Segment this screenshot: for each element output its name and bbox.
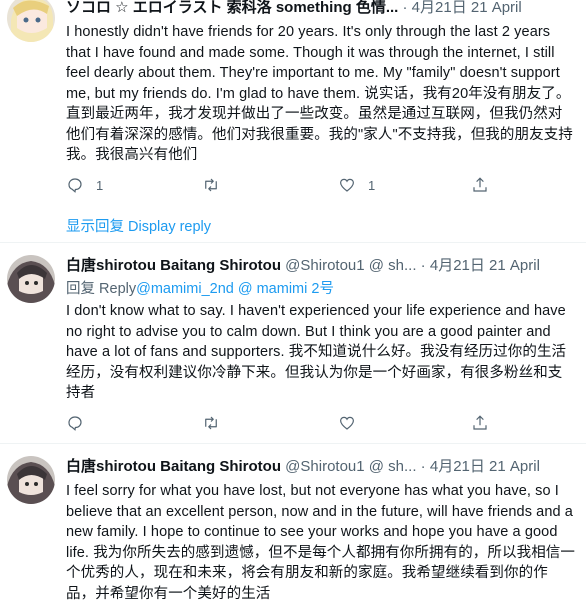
share-icon	[473, 415, 487, 430]
reply-button[interactable]: 1	[66, 175, 103, 195]
tweet-header: 白唐shirotou Baitang Shirotou @Shirotou1 @…	[66, 256, 540, 276]
handle-and-timestamp[interactable]: @Shirotou1 @ sh... · 4月21日 21 April	[285, 458, 540, 475]
share-button[interactable]	[471, 413, 489, 433]
action-bar: 1 1	[66, 175, 489, 195]
share-button[interactable]	[471, 175, 489, 195]
like-button[interactable]	[338, 413, 356, 433]
retweet-button[interactable]	[202, 175, 232, 195]
tweet-text: I don't know what to say. I haven't expe…	[66, 303, 567, 401]
author-name[interactable]: 白唐shirotou Baitang Shirotou	[66, 257, 281, 274]
tweet-1: ソコロ ☆ エロイラスト 索科洛 something 色情... · 4月21日…	[0, 0, 586, 238]
handle-and-timestamp[interactable]: @Shirotou1 @ sh... · 4月21日 21 April	[285, 257, 540, 274]
tweet-3: 白唐shirotou Baitang Shirotou @Shirotou1 @…	[0, 444, 586, 604]
reply-count: 1	[96, 177, 104, 193]
like-icon	[340, 178, 354, 192]
reply-prefix: 回复 Reply	[66, 281, 137, 297]
reply-icon	[68, 178, 82, 193]
replying-to: 回复 Reply@mamimi_2nd @ mamimi 2号	[66, 279, 334, 299]
timestamp[interactable]: · 4月21日 21 April	[403, 0, 522, 16]
avatar[interactable]	[7, 456, 55, 504]
reply-button[interactable]	[66, 413, 84, 433]
author-name[interactable]: 白唐shirotou Baitang Shirotou	[66, 458, 281, 475]
display-reply-link[interactable]: 显示回复 Display reply	[66, 215, 211, 236]
like-count: 1	[368, 177, 376, 193]
reply-icon	[68, 416, 82, 431]
retweet-button[interactable]	[202, 413, 220, 433]
like-icon	[340, 416, 354, 430]
avatar[interactable]	[7, 255, 55, 303]
retweet-icon	[205, 416, 217, 430]
author-name[interactable]: ソコロ ☆ エロイラスト 索科洛 something 色情...	[66, 0, 398, 16]
action-bar	[66, 413, 489, 433]
tweet-header: ソコロ ☆ エロイラスト 索科洛 something 色情... · 4月21日…	[66, 0, 522, 18]
tweet-2: 白唐shirotou Baitang Shirotou @Shirotou1 @…	[0, 243, 586, 443]
like-button[interactable]: 1	[338, 175, 375, 195]
tweet-text: I feel sorry for what you have lost, but…	[66, 483, 575, 602]
retweet-icon	[205, 178, 217, 192]
tweet-header: 白唐shirotou Baitang Shirotou @Shirotou1 @…	[66, 457, 540, 477]
reply-mention[interactable]: @mamimi_2nd @ mamimi 2号	[136, 281, 334, 297]
share-icon	[473, 177, 487, 192]
avatar[interactable]	[7, 0, 55, 42]
tweet-text: I honestly didn't have friends for 20 ye…	[66, 24, 573, 163]
